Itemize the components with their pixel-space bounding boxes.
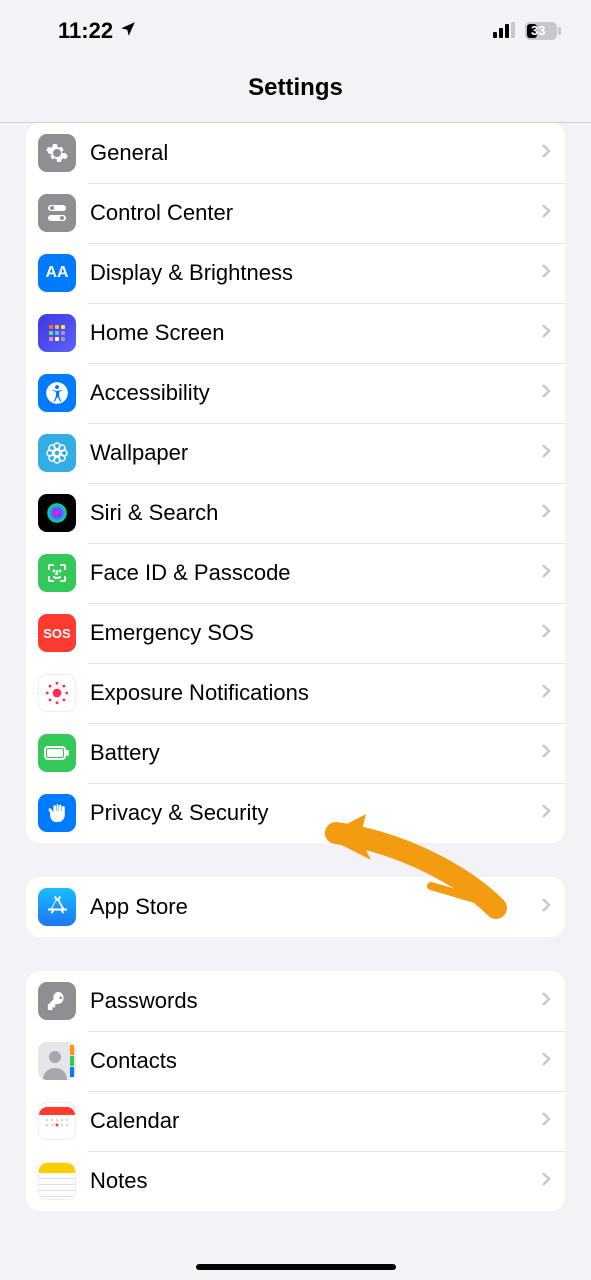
- chevron-right-icon: [541, 383, 551, 404]
- row-label: Notes: [90, 1168, 541, 1194]
- key-icon: [38, 982, 76, 1020]
- row-home-screen[interactable]: Home Screen: [26, 303, 565, 363]
- chevron-right-icon: [541, 991, 551, 1012]
- aa-icon: AA: [38, 254, 76, 292]
- row-label: Home Screen: [90, 320, 541, 346]
- chevron-right-icon: [541, 143, 551, 164]
- row-label: Siri & Search: [90, 500, 541, 526]
- status-bar: 11:22 33: [0, 0, 591, 52]
- row-label: Privacy & Security: [90, 800, 541, 826]
- row-face-id-passcode[interactable]: Face ID & Passcode: [26, 543, 565, 603]
- row-passwords[interactable]: Passwords: [26, 971, 565, 1031]
- row-privacy-security[interactable]: Privacy & Security: [26, 783, 565, 843]
- status-left: 11:22: [58, 18, 137, 44]
- flower-icon: [38, 434, 76, 472]
- settings-group-2: App Store: [26, 877, 565, 937]
- row-control-center[interactable]: Control Center: [26, 183, 565, 243]
- battery-icon: 33: [525, 22, 561, 40]
- chevron-right-icon: [541, 623, 551, 644]
- calendar-icon: [38, 1102, 76, 1140]
- row-label: Control Center: [90, 200, 541, 226]
- exposure-icon: [38, 674, 76, 712]
- chevron-right-icon: [541, 1051, 551, 1072]
- location-icon: [119, 18, 137, 44]
- chevron-right-icon: [541, 1111, 551, 1132]
- chevron-right-icon: [541, 503, 551, 524]
- row-contacts[interactable]: Contacts: [26, 1031, 565, 1091]
- chevron-right-icon: [541, 683, 551, 704]
- app-store-icon: [38, 888, 76, 926]
- chevron-right-icon: [541, 443, 551, 464]
- row-label: Emergency SOS: [90, 620, 541, 646]
- row-label: Contacts: [90, 1048, 541, 1074]
- row-notes[interactable]: Notes: [26, 1151, 565, 1211]
- status-time: 11:22: [58, 18, 113, 44]
- siri-icon: [38, 494, 76, 532]
- chevron-right-icon: [541, 563, 551, 584]
- cellular-icon: [493, 18, 517, 44]
- chevron-right-icon: [541, 1171, 551, 1192]
- row-accessibility[interactable]: Accessibility: [26, 363, 565, 423]
- chevron-right-icon: [541, 897, 551, 918]
- row-label: Calendar: [90, 1108, 541, 1134]
- face-id-icon: [38, 554, 76, 592]
- accessibility-icon: [38, 374, 76, 412]
- apps-grid-icon: [38, 314, 76, 352]
- page-title: Settings: [0, 52, 591, 123]
- row-label: Battery: [90, 740, 541, 766]
- row-label: Exposure Notifications: [90, 680, 541, 706]
- chevron-right-icon: [541, 263, 551, 284]
- row-exposure-notifications[interactable]: Exposure Notifications: [26, 663, 565, 723]
- row-label: General: [90, 140, 541, 166]
- hand-icon: [38, 794, 76, 832]
- status-right: 33: [493, 18, 561, 44]
- settings-group-3: Passwords Contacts Calendar Notes: [26, 971, 565, 1211]
- row-emergency-sos[interactable]: SOS Emergency SOS: [26, 603, 565, 663]
- sos-icon: SOS: [38, 614, 76, 652]
- battery-level: 33: [531, 23, 545, 38]
- toggles-icon: [38, 194, 76, 232]
- row-battery[interactable]: Battery: [26, 723, 565, 783]
- chevron-right-icon: [541, 203, 551, 224]
- chevron-right-icon: [541, 743, 551, 764]
- gear-icon: [38, 134, 76, 172]
- notes-icon: [38, 1162, 76, 1200]
- row-calendar[interactable]: Calendar: [26, 1091, 565, 1151]
- chevron-right-icon: [541, 803, 551, 824]
- row-wallpaper[interactable]: Wallpaper: [26, 423, 565, 483]
- contacts-icon: [38, 1042, 76, 1080]
- row-label: Wallpaper: [90, 440, 541, 466]
- row-label: App Store: [90, 894, 541, 920]
- row-label: Face ID & Passcode: [90, 560, 541, 586]
- row-general[interactable]: General: [26, 123, 565, 183]
- chevron-right-icon: [541, 323, 551, 344]
- home-indicator[interactable]: [196, 1264, 396, 1270]
- row-display-brightness[interactable]: AA Display & Brightness: [26, 243, 565, 303]
- settings-group-1: General Control Center AA Display & Brig…: [26, 123, 565, 843]
- row-label: Display & Brightness: [90, 260, 541, 286]
- row-label: Accessibility: [90, 380, 541, 406]
- row-app-store[interactable]: App Store: [26, 877, 565, 937]
- row-label: Passwords: [90, 988, 541, 1014]
- row-siri-search[interactable]: Siri & Search: [26, 483, 565, 543]
- battery-icon: [38, 734, 76, 772]
